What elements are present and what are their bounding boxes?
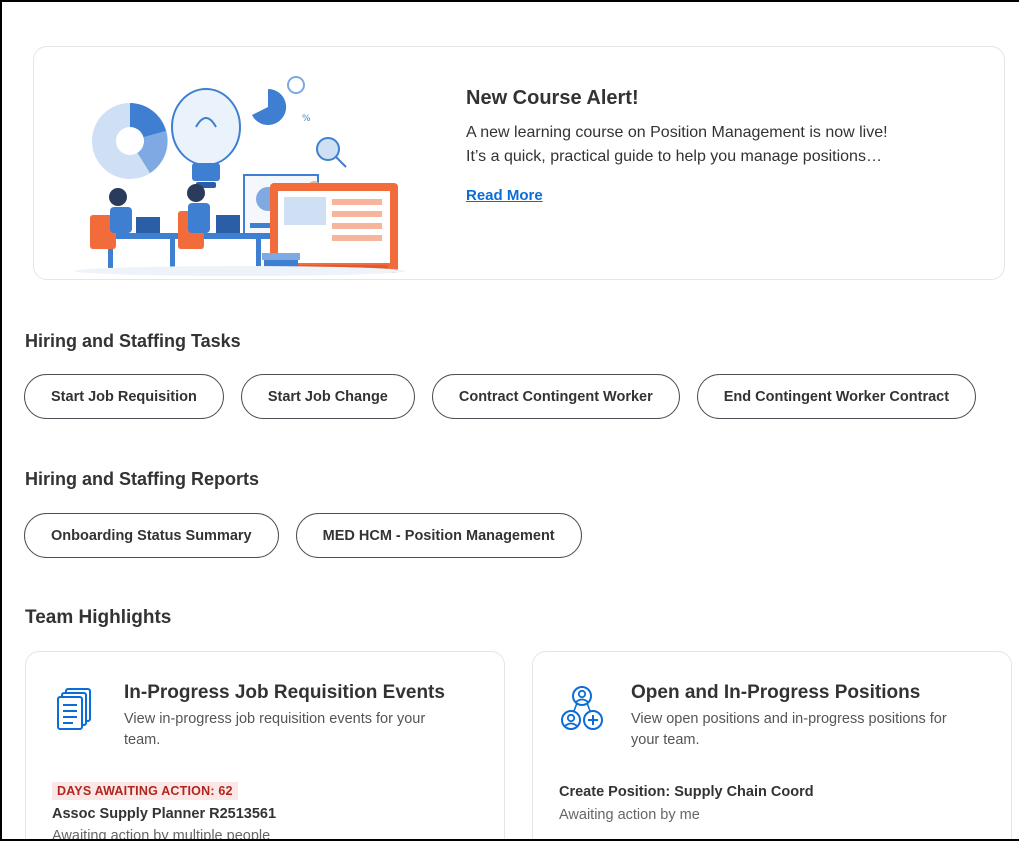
requisition-item-status: Awaiting action by multiple people	[52, 828, 271, 841]
banner-body-line: A new learning course on Position Manage…	[466, 124, 888, 141]
requisition-item-title[interactable]: Assoc Supply Planner R2513561	[52, 806, 276, 822]
open-positions-card[interactable]: Open and In-Progress Positions View open…	[532, 651, 1012, 839]
tasks-button-row: Start Job Requisition Start Job Change C…	[24, 374, 977, 419]
banner-body: A new learning course on Position Manage…	[466, 121, 986, 169]
banner-title: New Course Alert!	[466, 87, 639, 109]
course-illustration-icon: %	[75, 76, 405, 276]
position-item-status: Awaiting action by me	[559, 807, 700, 823]
documents-icon	[57, 688, 91, 730]
tasks-section-title: Hiring and Staffing Tasks	[25, 331, 241, 351]
card-description: View in-progress job requisition events …	[124, 711, 426, 748]
read-more-link[interactable]: Read More	[466, 187, 543, 204]
reports-section-title: Hiring and Staffing Reports	[25, 469, 259, 489]
card-title: Open and In-Progress Positions	[631, 682, 921, 703]
days-awaiting-badge: DAYS AWAITING ACTION: 62	[52, 782, 238, 800]
start-job-requisition-button[interactable]: Start Job Requisition	[24, 374, 224, 419]
card-description: View open positions and in-progress posi…	[631, 711, 947, 748]
banner-text: New Course Alert! A new learning course …	[466, 87, 986, 205]
onboarding-status-summary-button[interactable]: Onboarding Status Summary	[24, 513, 279, 558]
card-title: In-Progress Job Requisition Events	[124, 682, 445, 703]
start-job-change-button[interactable]: Start Job Change	[240, 374, 415, 419]
job-requisition-events-card[interactable]: In-Progress Job Requisition Events View …	[25, 651, 505, 841]
highlights-section-title: Team Highlights	[25, 607, 172, 628]
course-alert-banner: % New Course Alert! A new learning cours…	[33, 46, 1005, 280]
svg-text:%: %	[302, 114, 311, 124]
banner-body-line: It’s a quick, practical guide to help yo…	[466, 148, 882, 165]
position-item-title[interactable]: Create Position: Supply Chain Coord	[559, 784, 814, 800]
app-frame: % New Course Alert! A new learning cours…	[0, 0, 1019, 841]
end-contingent-worker-contract-button[interactable]: End Contingent Worker Contract	[696, 374, 977, 419]
contract-contingent-worker-button[interactable]: Contract Contingent Worker	[431, 374, 680, 419]
reports-button-row: Onboarding Status Summary MED HCM - Posi…	[24, 513, 582, 558]
people-add-icon	[561, 686, 603, 730]
position-management-report-button[interactable]: MED HCM - Position Management	[295, 513, 582, 558]
